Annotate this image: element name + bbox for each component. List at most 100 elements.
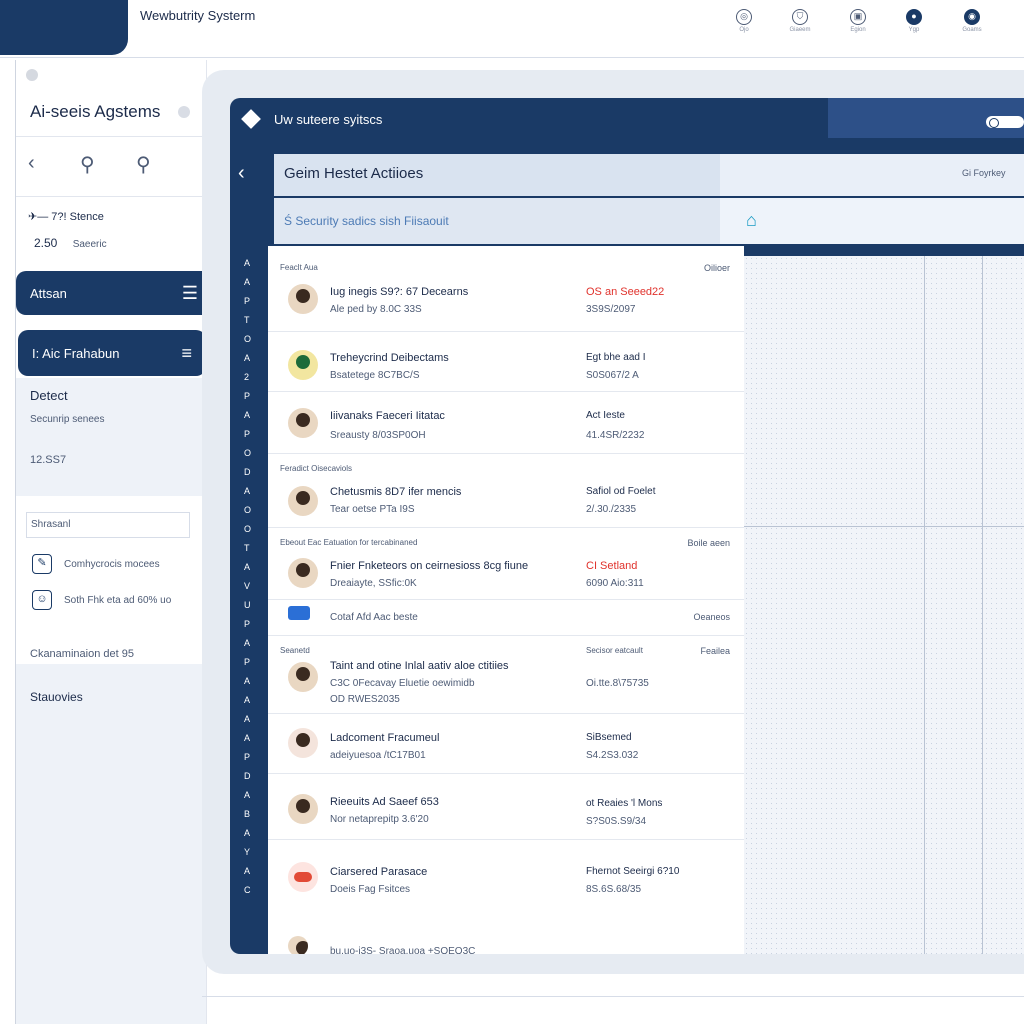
vertical-label-char: P [244,296,251,306]
list-item[interactable]: Taint and otine Inlal aativ aloe ctitiie… [268,636,744,714]
detect-title: Detect [30,388,68,403]
vertical-label-char: A [244,562,251,572]
avatar [288,862,318,892]
list-section-action[interactable]: Oilioer [704,263,730,273]
app-title: Wewbutrity Systerm [140,8,256,23]
vertical-label-char: A [244,695,251,705]
list-item[interactable]: Rieeuits Ad Saeef 653 Nor netaprepitp 3.… [268,774,744,840]
vertical-label-char: U [244,600,251,610]
avatar [288,662,318,692]
vertical-label-char: D [244,467,251,477]
sidebar-lower-panel [16,664,206,1024]
vertical-label-char: A [244,733,251,743]
bottom-divider [202,996,1024,997]
window-dot [26,69,38,81]
vertical-label-char: P [244,619,251,629]
avatar [288,408,318,438]
vertical-label-char: O [244,334,252,344]
chevron-left-icon[interactable]: ‹ [28,152,35,175]
vertical-label-char: A [244,714,251,724]
sidebar-item-monitoring[interactable]: ✎ Comhycrocis mocees [32,554,160,574]
list-section-header: Ebeout Eac Eatuation for tercabinaned [280,538,418,547]
list-item[interactable]: Chetusmis 8D7 ifer mencis Tear oetse PTa… [268,476,744,528]
sidebar-section-title: Stauovies [30,690,83,704]
divider [16,136,206,137]
face-icon: ☺ [32,590,52,610]
vertical-label-char: A [244,676,251,686]
search-icon[interactable]: ⚲ [80,152,95,177]
vertical-label-char: A [244,353,251,363]
frame-title: Uw suteere syitscs [274,112,383,127]
divider [16,196,206,197]
status-badge: OS an Seeed22 [586,286,665,298]
vertical-label-char: D [244,771,251,781]
list-item[interactable]: Iiivanaks Faeceri Iitatac Sreausty 8/03S… [268,392,744,454]
action-list: Feaclt Aua Oilioer Iug inegis S9?: 67 De… [268,246,744,954]
header-meta[interactable]: Gi Foyrkey [962,168,1006,178]
list-item[interactable]: Treheycrind Deibectams Bsatetege 8C7BC/S… [268,332,744,392]
vertical-label-char: 2 [244,372,250,382]
detect-subtitle: Secunrip senees [30,414,105,425]
vertical-label-char: A [244,410,251,420]
vertical-label-char: T [244,543,250,553]
folder-icon [288,606,310,620]
plane-icon: ✈— [28,211,49,223]
list-item[interactable]: Fnier Fnketeors on ceirnesioss 8cg fiune… [268,550,744,600]
detect-count: 12.SS7 [30,454,67,466]
list-section-header: Feaclt Aua [280,263,318,272]
list-item[interactable]: Iug inegis S9?: 67 Decearns Ale ped by 8… [268,276,744,332]
list-section-action[interactable]: Boile aeen [687,538,730,548]
grid-line [924,256,925,954]
avatar [288,486,318,516]
grid-line [744,526,1024,527]
vertical-label-char: P [244,752,251,762]
list-item[interactable]: Ciarsered Parasace Doeis Fag Fsitces Fhe… [268,840,744,912]
user-icon[interactable]: ● Ygp [894,6,934,33]
list-section-header: Feradict Oisecaviols [280,464,353,473]
doc-icon[interactable]: ▣ Egion [838,6,878,33]
vertical-label-char: P [244,657,251,667]
sidebar-item-stats[interactable]: ☺ Soth Fhk eta ad 60% uo [32,590,171,610]
profile-icon[interactable]: ◉ Goams [952,6,992,33]
avatar [288,558,318,588]
vertical-label-char: A [244,258,251,268]
sidebar-footer-text: Ckanaminaion det 95 [30,648,134,660]
vertical-label-char: A [244,486,251,496]
vertical-label-char: A [244,277,251,287]
vertical-label-char: P [244,391,251,401]
status-badge: CI Setland [586,560,638,572]
sidebar: Ai-seeis Agstems ‹ ⚲ ⚲ ✈— 7?! Stence 2.5… [15,60,212,1024]
menu-icon: ☰ [181,282,198,303]
home-icon[interactable]: ⌂ [746,210,757,231]
vertical-label-char: B [244,809,251,819]
vertical-label-char: P [244,429,251,439]
frame-toggle[interactable] [986,116,1024,128]
frahabun-button[interactable]: I: Aic Frahabun ≡ [18,330,206,376]
vertical-label-char: O [244,505,252,515]
vertical-label-char: Y [244,847,251,857]
filter-icon: ≡ [181,342,192,363]
brand-tab[interactable] [0,0,128,55]
list-item[interactable]: bu.uo-i3S- Sraoa.uoa +SOEO3C [268,912,744,954]
vertical-label-char: A [244,866,251,876]
vertical-label-char: C [244,885,251,895]
inner-subheader-right [720,198,1024,244]
stat-value: 2.50 Saeeric [34,236,107,250]
list-item[interactable]: Ladcoment Fracumeul adeiyuesoa /tC17B01 … [268,714,744,774]
avatar [288,794,318,824]
vertical-label-char: V [244,581,251,591]
back-arrow-icon[interactable]: ‹ [238,162,245,185]
zoom-icon[interactable]: ⚲ [136,152,151,177]
list-item[interactable]: Cotaf Afd Aac beste Oeaneos [268,600,744,636]
edit-icon: ✎ [32,554,52,574]
globe-icon[interactable]: ◎ Ojo [724,6,764,33]
status-dot [178,106,190,118]
sidebar-search-input[interactable]: Shrasanl [26,512,190,538]
security-subtitle: Ś Security sadics sish Fiisaouit [284,214,449,228]
avatar [288,728,318,758]
avatar [288,284,318,314]
shield-icon[interactable]: ⛉ Giaeem [780,6,820,33]
vertical-label-char: A [244,790,251,800]
attsan-button[interactable]: Attsan ☰ [16,271,212,315]
page-title: Geim Hestet Actiioes [284,165,424,182]
